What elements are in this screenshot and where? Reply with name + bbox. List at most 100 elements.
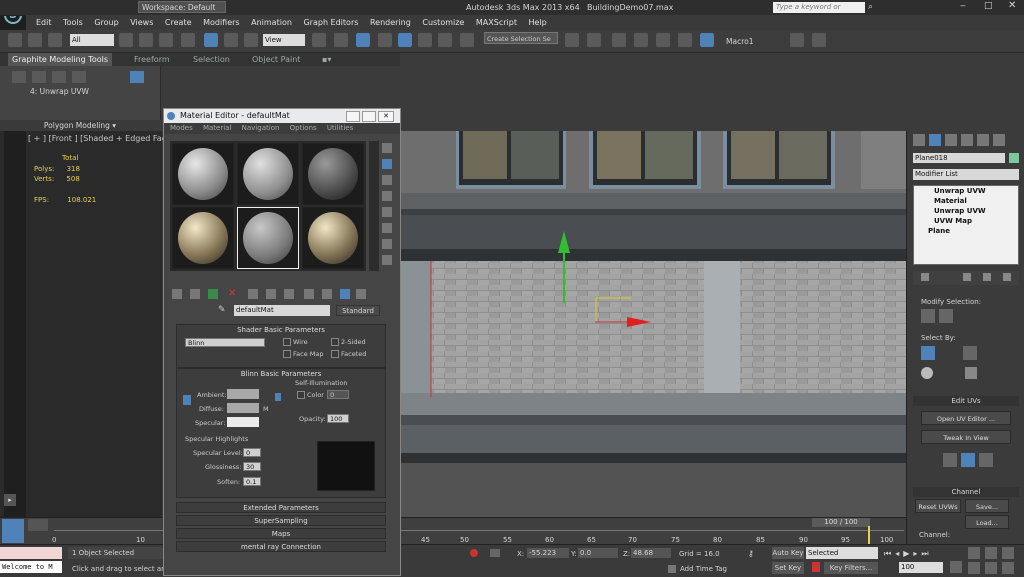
extended-parameters-rollout[interactable]: Extended Parameters: [176, 502, 386, 513]
keyboard-shortcut-override-icon[interactable]: [356, 33, 370, 47]
modifier-list-dropdown[interactable]: Modifier List: [913, 169, 1019, 180]
get-material-icon[interactable]: [172, 289, 182, 299]
ribbon-modifier-icon[interactable]: [130, 71, 144, 83]
select-rotate-icon[interactable]: [224, 33, 238, 47]
select-by-name-icon[interactable]: [139, 33, 153, 47]
zoom-extents-icon[interactable]: [1002, 547, 1014, 559]
menu-tools[interactable]: Tools: [63, 15, 83, 30]
menu-rendering[interactable]: Rendering: [370, 15, 411, 30]
sample-slot[interactable]: [172, 143, 234, 205]
isolate-selection-icon[interactable]: [470, 549, 478, 557]
time-slider[interactable]: 100 / 100: [812, 518, 870, 527]
selection-filter-dropdown[interactable]: All: [70, 34, 114, 46]
create-tab-icon[interactable]: [913, 134, 925, 146]
put-to-library-icon[interactable]: [284, 289, 294, 299]
menu-create[interactable]: Create: [165, 15, 192, 30]
object-name-field[interactable]: Plane018: [913, 153, 1005, 163]
specular-level-spinner[interactable]: 0: [243, 448, 261, 457]
opacity-spinner[interactable]: 100: [327, 414, 349, 423]
lock-diffuse-specular-icon[interactable]: [275, 393, 281, 401]
stack-item-material[interactable]: Material: [914, 196, 1018, 206]
map-seam-icon[interactable]: [979, 453, 993, 467]
remove-modifier-icon[interactable]: [1003, 273, 1011, 281]
menu-modifiers[interactable]: Modifiers: [203, 15, 240, 30]
key-mode-dropdown[interactable]: Selected: [806, 547, 878, 559]
edit-uvs-rollout[interactable]: Edit UVs: [913, 396, 1019, 406]
select-object-icon[interactable]: [119, 33, 133, 47]
object-color-swatch[interactable]: [1009, 153, 1019, 163]
options-icon[interactable]: [382, 239, 392, 249]
tab-selection[interactable]: Selection: [193, 53, 230, 66]
menu-help[interactable]: Help: [529, 15, 547, 30]
binoculars-icon[interactable]: ⌕: [868, 2, 878, 12]
field-of-view-icon[interactable]: [968, 562, 980, 574]
ribbon-tool-icon[interactable]: [72, 71, 86, 83]
planar-align-icon[interactable]: [961, 453, 975, 467]
wire-checkbox[interactable]: [283, 338, 291, 346]
menu-material[interactable]: Material: [203, 124, 231, 132]
stack-item-unwrap-uvw-2[interactable]: Unwrap UVW: [914, 206, 1018, 216]
make-unique-icon[interactable]: [983, 273, 991, 281]
current-frame-field[interactable]: 100: [899, 562, 943, 573]
open-uv-editor-button[interactable]: Open UV Editor ...: [921, 411, 1011, 425]
timeline[interactable]: 100 / 100 0 10 45 50 55 60 65 70 75 80 8…: [0, 517, 906, 545]
select-by-element-icon[interactable]: [921, 346, 935, 360]
select-move-icon[interactable]: [204, 33, 218, 47]
menu-graph-editors[interactable]: Graph Editors: [303, 15, 358, 30]
orbit-icon[interactable]: [1002, 562, 1014, 574]
uv-tiling-icon[interactable]: [382, 191, 392, 201]
search-input[interactable]: Type a keyword or phrase: [773, 2, 865, 22]
set-key-button[interactable]: Set Key: [772, 562, 804, 574]
sample-slot[interactable]: [302, 207, 364, 269]
z-coordinate-field[interactable]: 48.68: [631, 548, 671, 558]
hierarchy-tab-icon[interactable]: [945, 134, 957, 146]
ambient-color-swatch[interactable]: [227, 389, 259, 399]
grow-selection-icon[interactable]: [921, 309, 935, 323]
reset-map-icon[interactable]: ✕: [228, 289, 238, 299]
menu-customize[interactable]: Customize: [422, 15, 464, 30]
material-editor-icon[interactable]: [700, 33, 714, 47]
angle-snap-icon[interactable]: [398, 33, 412, 47]
utilities-tab-icon[interactable]: [993, 134, 1005, 146]
blinn-basic-parameters-header[interactable]: Blinn Basic Parameters: [177, 369, 385, 379]
workspace-dropdown[interactable]: Workspace: Default: [138, 1, 226, 13]
reference-coordinate-dropdown[interactable]: View: [263, 34, 305, 46]
menu-options[interactable]: Options: [290, 124, 317, 132]
make-preview-icon[interactable]: [382, 223, 392, 233]
zoom-icon[interactable]: [968, 547, 980, 559]
material-name-field[interactable]: defaultMat: [234, 305, 330, 316]
motion-tab-icon[interactable]: [961, 134, 973, 146]
minimize-button[interactable]: [346, 111, 360, 122]
curve-editor-icon[interactable]: [656, 33, 670, 47]
time-configuration-icon[interactable]: [950, 561, 962, 573]
zoom-all-icon[interactable]: [985, 547, 997, 559]
render-setup-icon[interactable]: [790, 33, 804, 47]
ribbon-tool-icon[interactable]: [12, 71, 26, 83]
shader-basic-parameters-header[interactable]: Shader Basic Parameters: [177, 325, 385, 335]
bind-space-warp-icon[interactable]: [48, 33, 62, 47]
select-by-smoothing-icon[interactable]: [965, 367, 977, 379]
ribbon-tool-icon[interactable]: [52, 71, 66, 83]
x-coordinate-field[interactable]: -55.223: [527, 548, 569, 558]
menu-animation[interactable]: Animation: [251, 15, 292, 30]
mirror-icon[interactable]: [565, 33, 579, 47]
render-teapot-icon[interactable]: [812, 33, 826, 47]
diffuse-color-swatch[interactable]: [227, 403, 259, 413]
sample-slot[interactable]: [237, 143, 299, 205]
select-by-material-icon[interactable]: [382, 255, 392, 265]
face-map-checkbox[interactable]: [283, 350, 291, 358]
menu-utilities[interactable]: Utilities: [327, 124, 353, 132]
pivot-center-icon[interactable]: [312, 33, 326, 47]
menu-edit[interactable]: Edit: [36, 15, 52, 30]
assign-material-icon[interactable]: [208, 289, 218, 299]
maximize-button[interactable]: □: [984, 1, 993, 11]
playback-controls[interactable]: ⏮◂▶▸⏭: [884, 549, 933, 559]
stack-item-uvw-map[interactable]: UVW Map: [914, 216, 1018, 226]
ribbon-options-icon[interactable]: ▪▾: [322, 53, 331, 66]
tweak-in-view-button[interactable]: Tweak In View: [921, 430, 1011, 444]
diffuse-map-button[interactable]: M: [263, 405, 269, 413]
menu-group[interactable]: Group: [94, 15, 118, 30]
menu-views[interactable]: Views: [130, 15, 153, 30]
two-sided-checkbox[interactable]: [331, 338, 339, 346]
viewport-right[interactable]: [401, 131, 906, 517]
